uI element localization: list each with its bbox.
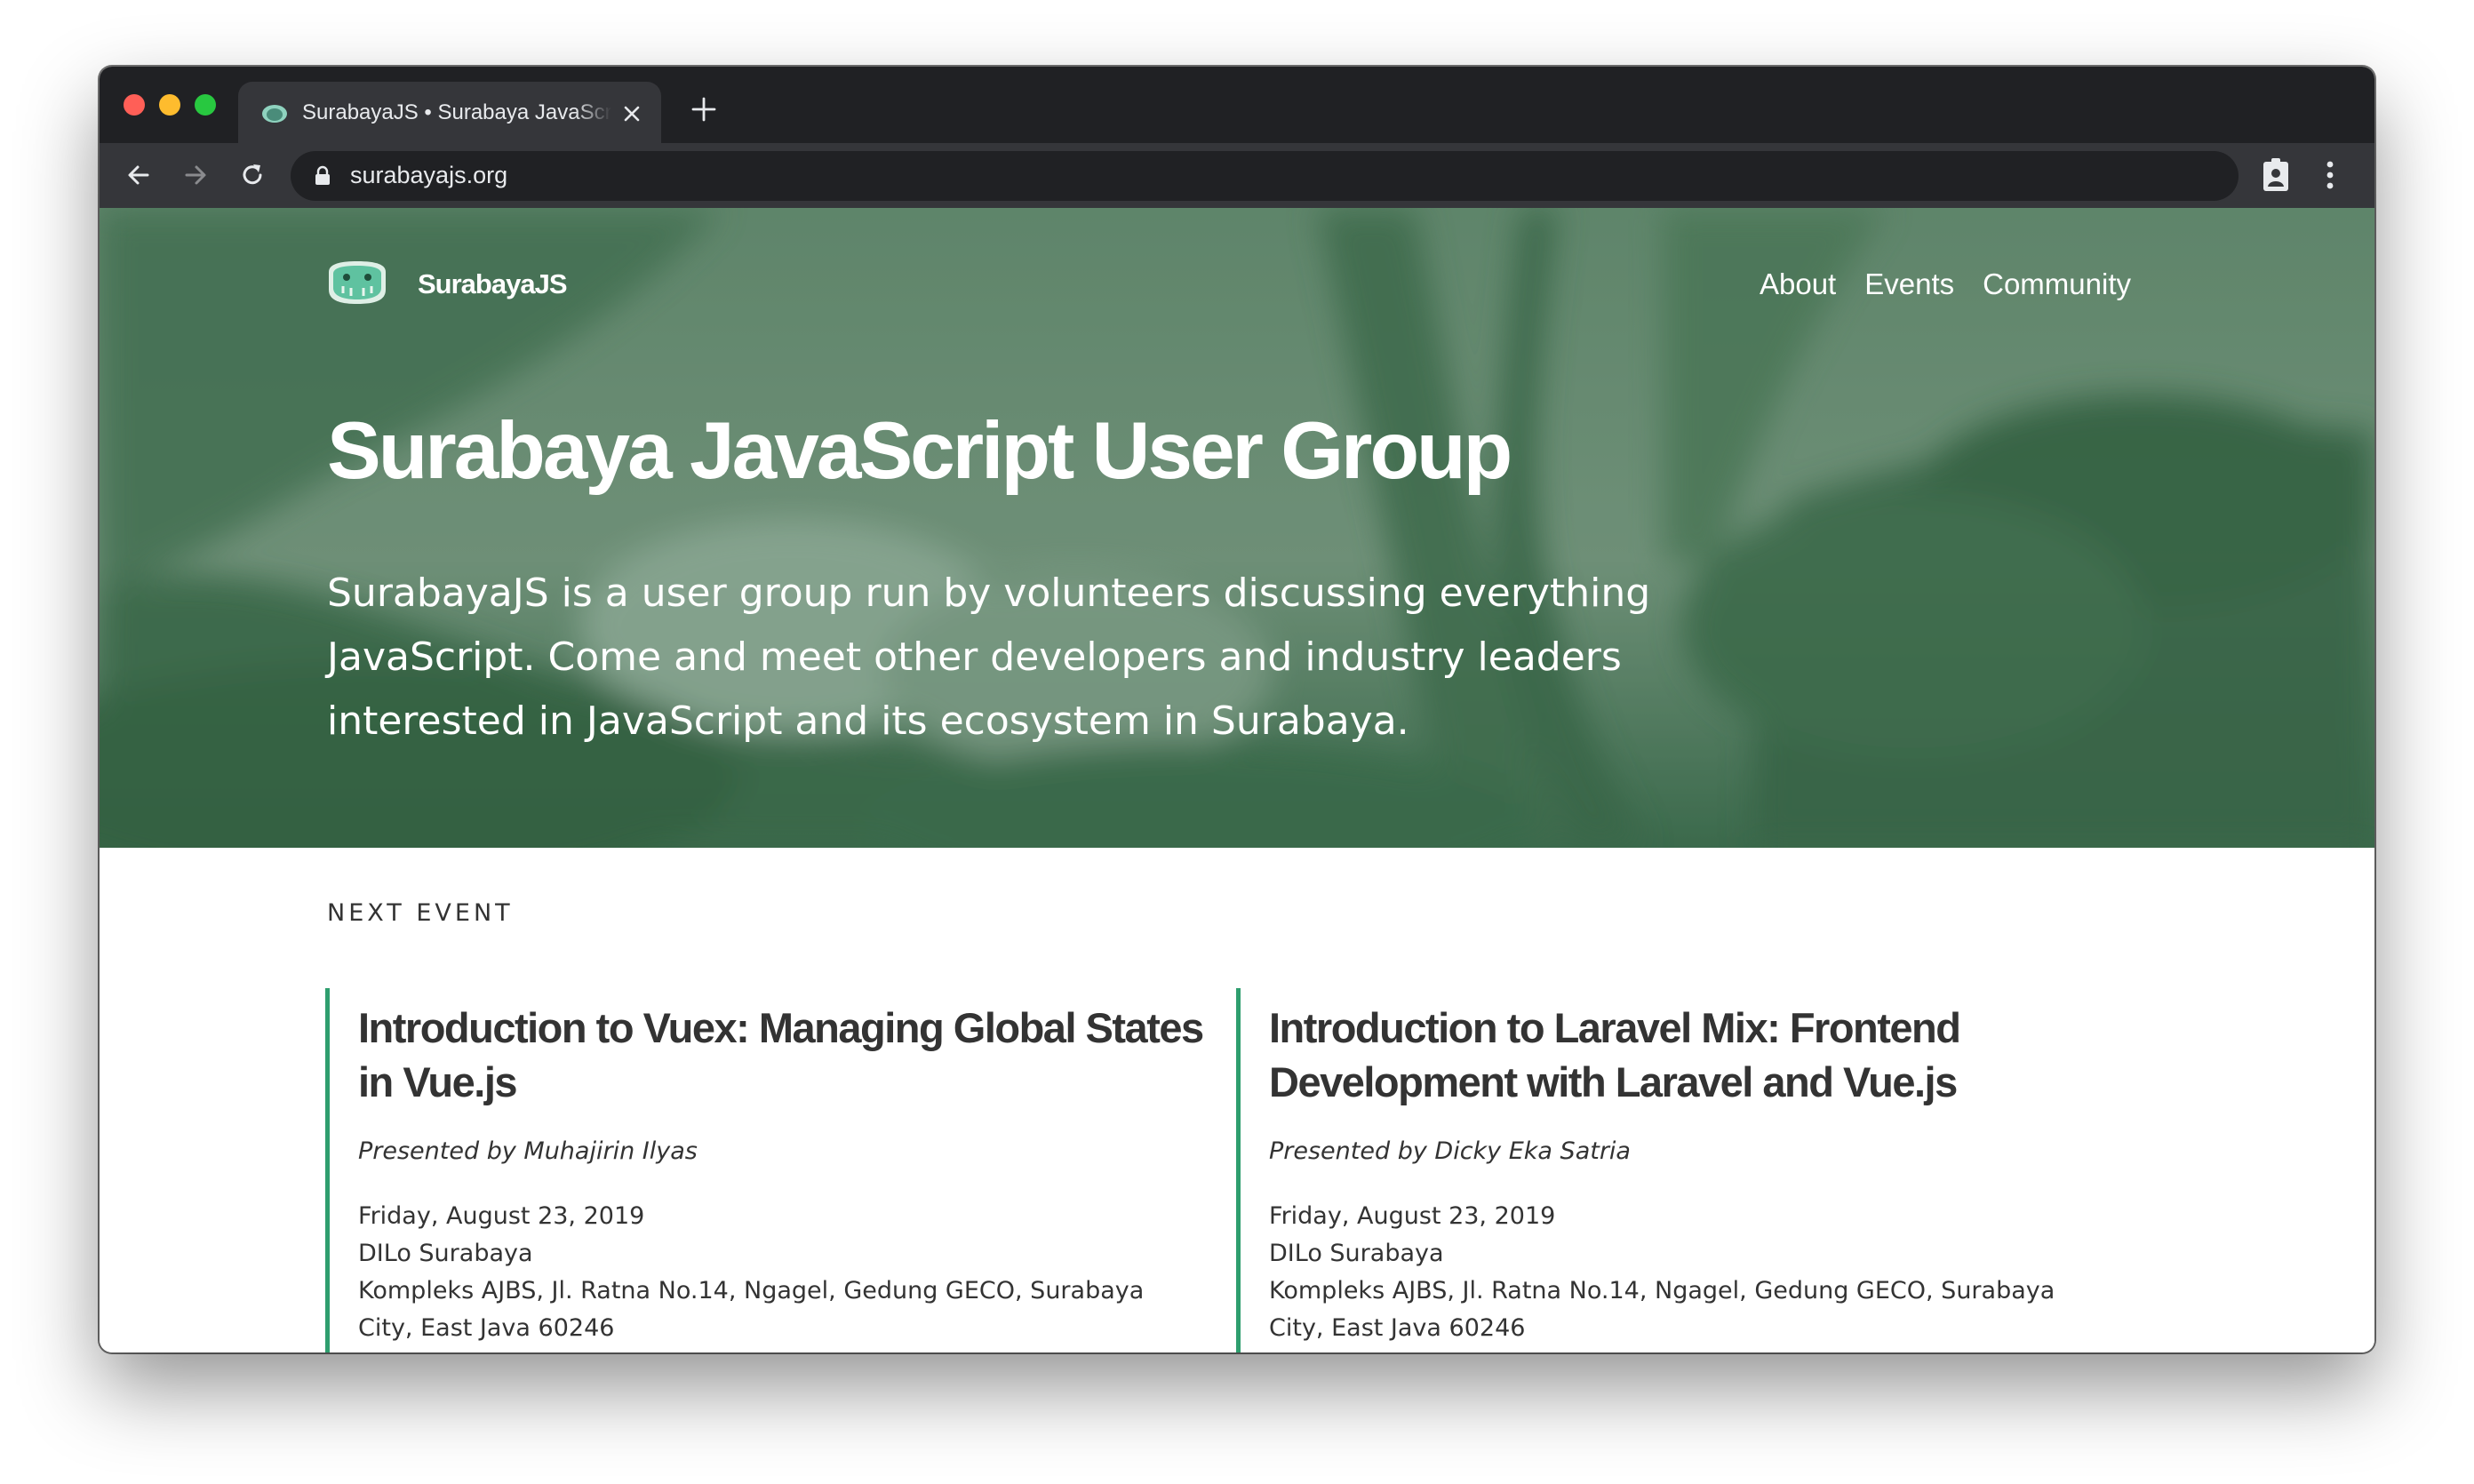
tab-title: SurabayaJS • Surabaya JavaScript User Gr…	[302, 100, 611, 124]
event-date: Friday, August 23, 2019	[1269, 1202, 1556, 1230]
plus-icon[interactable]	[690, 96, 717, 123]
event-date: Friday, August 23, 2019	[358, 1202, 645, 1230]
close-window-button[interactable]	[124, 94, 145, 116]
nav-link-community[interactable]: Community	[1983, 267, 2131, 301]
hero-title: Surabaya JavaScript User Group	[327, 406, 1512, 496]
forward-arrow-icon[interactable]	[180, 159, 211, 191]
kebab-menu-icon[interactable]	[2325, 157, 2335, 193]
event-address-line-1: Kompleks AJBS, Jl. Ratna No.14, Ngagel, …	[358, 1277, 1145, 1304]
browser-tab-active[interactable]: SurabayaJS • Surabaya JavaScript User Gr…	[238, 82, 661, 144]
event-title[interactable]: Introduction to Laravel Mix: Frontend De…	[1269, 1001, 2122, 1109]
event-venue: DILo Surabaya	[358, 1240, 533, 1267]
event-address-line-2: City, East Java 60246	[358, 1314, 615, 1342]
url-text: surabayajs.org	[350, 162, 508, 188]
browser-window: SurabayaJS • Surabaya JavaScript User Gr…	[100, 67, 2374, 1352]
event-card: Introduction to Laravel Mix: Frontend De…	[1236, 988, 2129, 1352]
event-address-line-1: Kompleks AJBS, Jl. Ratna No.14, Ngagel, …	[1269, 1277, 2055, 1304]
event-address-line-2: City, East Java 60246	[1269, 1314, 1526, 1342]
event-venue: DILo Surabaya	[1269, 1240, 1444, 1267]
event-presenter: Presented by Dicky Eka Satria	[1269, 1137, 1631, 1165]
minimize-window-button[interactable]	[159, 94, 180, 116]
event-title[interactable]: Introduction to Vuex: Managing Global St…	[358, 1001, 1211, 1109]
event-presenter: Presented by Muhajirin Ilyas	[358, 1137, 698, 1165]
hero-description: SurabayaJS is a user group run by volunt…	[327, 570, 1651, 744]
event-details: Friday, August 23, 2019 DILo Surabaya Ko…	[358, 1198, 1211, 1347]
reload-icon[interactable]	[236, 159, 268, 191]
event-card: Introduction to Vuex: Managing Global St…	[325, 988, 1218, 1352]
back-arrow-icon[interactable]	[123, 159, 155, 191]
nav-link-about[interactable]: About	[1760, 267, 1836, 301]
browser-toolbar: surabayajs.org	[100, 143, 2374, 208]
next-event-heading: NEXT EVENT	[327, 899, 514, 927]
nav-link-events[interactable]: Events	[1864, 267, 1954, 301]
profile-badge-icon[interactable]	[2261, 157, 2291, 193]
address-bar[interactable]: surabayajs.org	[291, 151, 2239, 201]
surabayajs-logo-icon	[329, 261, 386, 304]
site-navigation: About Events Community	[1760, 267, 2131, 301]
hero-section: SurabayaJS About Events Community Suraba…	[100, 208, 2374, 848]
lock-icon	[315, 165, 330, 185]
maximize-window-button[interactable]	[195, 94, 216, 116]
tab-bar: SurabayaJS • Surabaya JavaScript User Gr…	[100, 67, 2374, 144]
site-brand-name[interactable]: SurabayaJS	[418, 268, 567, 300]
surabayajs-logo-icon	[262, 105, 287, 123]
event-details: Friday, August 23, 2019 DILo Surabaya Ko…	[1269, 1198, 2122, 1347]
page-viewport: SurabayaJS About Events Community Suraba…	[100, 208, 2374, 1352]
close-icon[interactable]	[620, 102, 643, 125]
